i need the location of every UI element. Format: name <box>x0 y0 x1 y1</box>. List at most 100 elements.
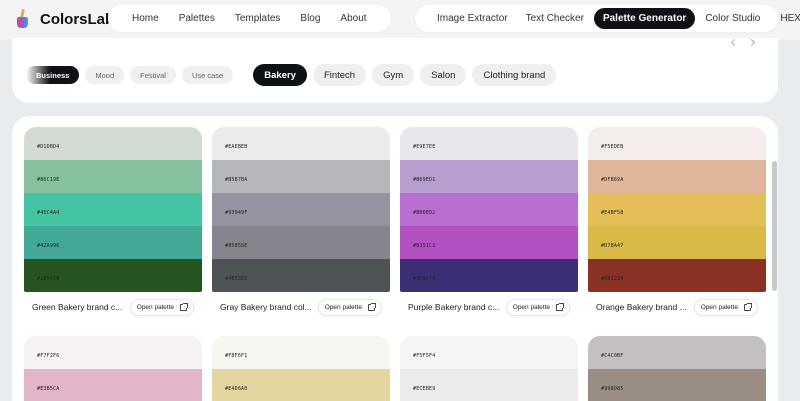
swatch-hex-code: #D7BA47 <box>601 243 624 249</box>
color-swatch[interactable]: #F7F2F6 <box>24 336 202 369</box>
open-palette-label: Open palette <box>136 303 174 311</box>
color-swatch[interactable]: #265420 <box>24 259 202 292</box>
palette-swatches[interactable]: #F7F2F6 #E3B5CA <box>24 336 202 401</box>
open-palette-button[interactable]: Open palette <box>317 298 382 316</box>
palette-swatches[interactable]: #E9E7EE #B69ED1 #BB6ED2 #B351C2 #3D2F76 <box>400 127 578 292</box>
external-link-icon <box>556 302 564 311</box>
swatch-hex-code: #3D2F76 <box>413 276 436 282</box>
palette-card-footer: Orange Bakery brand ... Open palette <box>588 292 766 322</box>
open-palette-button[interactable]: Open palette <box>693 298 758 316</box>
color-swatch[interactable]: #F5F5F4 <box>400 336 578 369</box>
filter-panel: Business Mood Festival Use case Bakery F… <box>12 38 778 103</box>
tag-salon[interactable]: Salon <box>420 64 467 86</box>
color-swatch[interactable]: #F8F6F1 <box>212 336 390 369</box>
swatch-hex-code: #B5B7BA <box>225 177 248 183</box>
swatch-hex-code: #F5EDEB <box>601 144 624 150</box>
palette-card[interactable]: #F5F5F4 #ECEBE9 <box>400 336 578 401</box>
color-swatch[interactable]: #DFB69A <box>588 160 766 193</box>
color-swatch[interactable]: #EAEBEB <box>212 127 390 160</box>
swatch-hex-code: #85858E <box>225 243 248 249</box>
color-swatch[interactable]: #B69ED1 <box>400 160 578 193</box>
color-swatch[interactable]: #D7BA47 <box>588 226 766 259</box>
palette-name: Purple Bakery brand c... <box>408 302 500 312</box>
palette-card[interactable]: #D1DBD4 #86C19E #45C4A4 #42A996 #265420 Green… <box>24 127 202 322</box>
open-palette-label: Open palette <box>324 303 362 311</box>
open-palette-button[interactable]: Open palette <box>505 298 570 316</box>
palette-card[interactable]: #F7F2F6 #E3B5CA <box>24 336 202 401</box>
color-swatch[interactable]: #ECEBE9 <box>400 369 578 401</box>
color-swatch[interactable]: #E9E7EE <box>400 127 578 160</box>
category-festival[interactable]: Festival <box>130 66 176 84</box>
tag-fintech[interactable]: Fintech <box>312 64 367 86</box>
color-swatch[interactable]: #F5EDEB <box>588 127 766 160</box>
palette-swatches[interactable]: #F5F5F4 #ECEBE9 <box>400 336 578 401</box>
brand[interactable]: ColorsLabs <box>14 8 123 30</box>
color-swatch[interactable]: #3D2F76 <box>400 259 578 292</box>
top-navigation-bar: ColorsLabs Home Palettes Templates Blog … <box>0 0 800 40</box>
nav-about[interactable]: About <box>330 13 376 24</box>
palette-card[interactable]: #E9E7EE #B69ED1 #BB6ED2 #B351C2 #3D2F76 Purpl… <box>400 127 578 322</box>
swatch-hex-code: #D1DBD4 <box>37 144 60 150</box>
tag-bakery[interactable]: Bakery <box>253 64 307 86</box>
category-business[interactable]: Business <box>26 66 80 84</box>
palette-swatches[interactable]: #D1DBD4 #86C19E #45C4A4 #42A996 #265420 <box>24 127 202 292</box>
color-swatch[interactable]: #D1DBD4 <box>24 127 202 160</box>
external-link-icon <box>368 302 376 311</box>
palette-name: Green Bakery brand c... <box>32 302 123 312</box>
palette-card[interactable]: #C4C0BF #998D85 <box>588 336 766 401</box>
color-swatch[interactable]: #42A996 <box>24 226 202 259</box>
tag-gym[interactable]: Gym <box>372 64 415 86</box>
swatch-hex-code: #265420 <box>37 276 60 282</box>
nav-text-checker[interactable]: Text Checker <box>520 13 590 24</box>
color-swatch[interactable]: #998D85 <box>588 369 766 401</box>
nav-home[interactable]: Home <box>122 13 169 24</box>
color-swatch[interactable]: #85858E <box>212 226 390 259</box>
palette-card[interactable]: #F5EDEB #DFB69A #E4BF58 #D7BA47 #893224 Orang… <box>588 127 766 322</box>
swatch-hex-code: #998D85 <box>601 386 624 392</box>
nav-image-extractor[interactable]: Image Extractor <box>431 13 514 24</box>
palette-card[interactable]: #EAEBEB #B5B7BA #93949F #85858E #4E5355 Gray … <box>212 127 390 322</box>
swatch-hex-code: #EAEBEB <box>225 144 248 150</box>
color-swatch[interactable]: #BB6ED2 <box>400 193 578 226</box>
color-swatch[interactable]: #4E5355 <box>212 259 390 292</box>
chevron-left-icon[interactable] <box>730 38 739 47</box>
swatch-hex-code: #E4BF58 <box>601 210 624 216</box>
color-swatch[interactable]: #B351C2 <box>400 226 578 259</box>
color-swatch[interactable]: #893224 <box>588 259 766 292</box>
swatch-hex-code: #893224 <box>601 276 624 282</box>
swatch-hex-code: #E9E7EE <box>413 144 436 150</box>
color-swatch[interactable]: #45C4A4 <box>24 193 202 226</box>
scrollbar[interactable] <box>772 161 777 291</box>
hex-to-rgb-dropdown[interactable]: HEX to RGB <box>774 13 800 24</box>
color-swatch[interactable]: #E4BF58 <box>588 193 766 226</box>
tag-clothing-brand[interactable]: Clothing brand <box>472 64 557 86</box>
nav-color-studio[interactable]: Color Studio <box>699 13 766 24</box>
category-use-case[interactable]: Use case <box>181 66 234 84</box>
palette-swatches[interactable]: #F8F6F1 #E4D6A0 <box>212 336 390 401</box>
palette-swatches[interactable]: #C4C0BF #998D85 <box>588 336 766 401</box>
nav-templates[interactable]: Templates <box>225 13 291 24</box>
category-mood[interactable]: Mood <box>85 66 125 84</box>
nav-blog[interactable]: Blog <box>290 13 330 24</box>
primary-nav: Home Palettes Templates Blog About <box>108 5 391 32</box>
chevron-right-icon[interactable] <box>747 38 756 47</box>
color-swatch[interactable]: #E4D6A0 <box>212 369 390 401</box>
palette-card-footer: Gray Bakery brand col... Open palette <box>212 292 390 322</box>
swatch-hex-code: #42A996 <box>37 243 60 249</box>
color-swatch[interactable]: #B5B7BA <box>212 160 390 193</box>
external-link-icon <box>180 302 188 311</box>
open-palette-button[interactable]: Open palette <box>129 298 194 316</box>
swatch-hex-code: #BB6ED2 <box>413 210 436 216</box>
palette-swatches[interactable]: #EAEBEB #B5B7BA #93949F #85858E #4E5355 <box>212 127 390 292</box>
filter-chips: Business Mood Festival Use case Bakery F… <box>26 64 557 86</box>
nav-palettes[interactable]: Palettes <box>169 13 225 24</box>
swatch-hex-code: #F5F5F4 <box>413 353 436 359</box>
palette-card[interactable]: #F8F6F1 #E4D6A0 <box>212 336 390 401</box>
color-swatch[interactable]: #C4C0BF <box>588 336 766 369</box>
color-swatch[interactable]: #93949F <box>212 193 390 226</box>
color-swatch[interactable]: #86C19E <box>24 160 202 193</box>
hex-to-rgb-label: HEX to RGB <box>780 13 800 24</box>
palette-swatches[interactable]: #F5EDEB #DFB69A #E4BF58 #D7BA47 #893224 <box>588 127 766 292</box>
nav-palette-generator[interactable]: Palette Generator <box>593 8 696 29</box>
color-swatch[interactable]: #E3B5CA <box>24 369 202 401</box>
